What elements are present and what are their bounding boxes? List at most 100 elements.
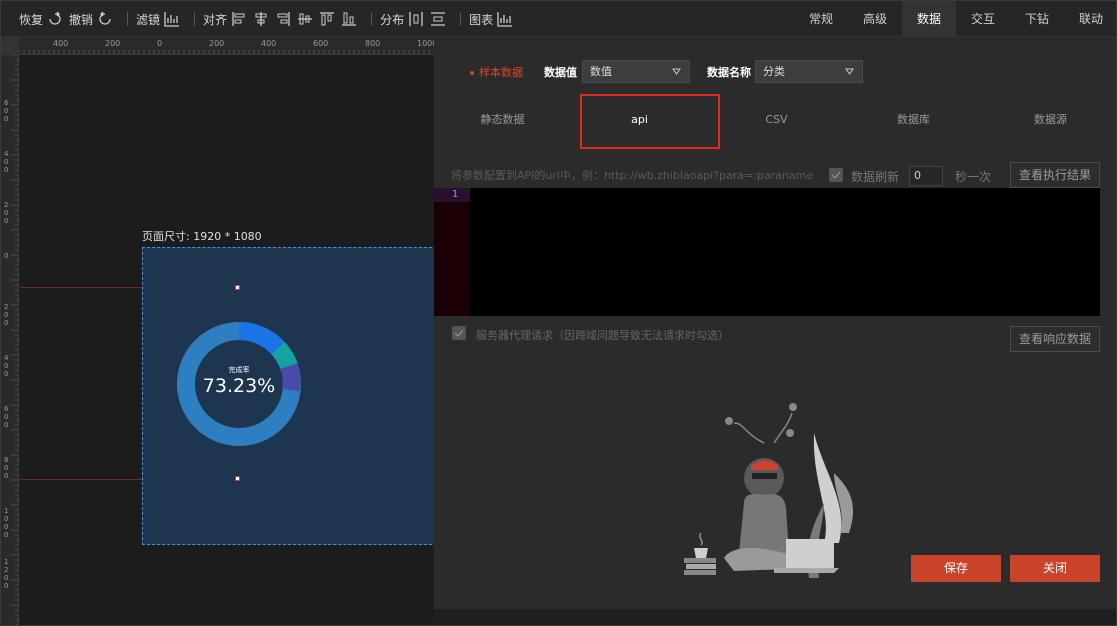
refresh-checkbox[interactable] xyxy=(829,168,843,182)
api-url-editor[interactable]: 1 xyxy=(434,188,1100,316)
ruler-v-label: 600 xyxy=(4,405,9,429)
value-field-label: 数据值 xyxy=(544,66,577,79)
ruler-h-label: 200 xyxy=(105,39,120,48)
refresh-label: 数据刷新 xyxy=(851,170,900,184)
align-center-h-icon xyxy=(255,12,267,26)
redo-button[interactable]: 撤销 xyxy=(69,11,119,28)
ruler-v-ticks: 6 0 0 4 0 0 2 0 0 0 2 0 0 4 0 0 6 0 0 8 0 0 1 0 0 0 1 2 0 0 xyxy=(4,55,18,625)
data-source-tabs: 静态数据 api CSV 数据库 数据源 xyxy=(434,105,1116,135)
ruler-h-label: 1000 xyxy=(417,39,434,48)
per-second-label: 秒一次 xyxy=(955,170,992,184)
distribute-v-icon xyxy=(431,12,446,26)
ruler-h-label: 800 xyxy=(365,39,380,48)
tab-drilldown[interactable]: 下钻 xyxy=(1010,1,1064,37)
chart-icon xyxy=(497,12,513,27)
api-hint-text: 将参数配置到API的url中，例：http://wb.zhibiaoapi?pa… xyxy=(451,169,814,182)
value-field-select[interactable]: 数值 xyxy=(582,60,690,83)
donut-center-text: 完成率 73.23% xyxy=(177,365,301,397)
tab-general[interactable]: 常规 xyxy=(794,1,848,37)
align-left-icon xyxy=(232,12,245,26)
ruler-v-label: 400 xyxy=(4,150,9,174)
ruler-h-label: 600 xyxy=(313,39,328,48)
proxy-label: 服务器代理请求（因跨域问题导致无法请求时勾选） xyxy=(476,329,729,342)
toolbar-divider xyxy=(371,12,373,26)
donut-segment-2 xyxy=(271,341,298,370)
tab-csv[interactable]: CSV xyxy=(708,105,845,135)
toolbar-divider xyxy=(460,12,462,26)
ruler-h-ticks: 400 200 0 200 400 600 800 1000 xyxy=(19,39,434,54)
guide-handle-bottom[interactable] xyxy=(235,476,240,481)
align-button[interactable]: 对齐 xyxy=(203,11,363,28)
proxy-checkbox[interactable] xyxy=(452,326,466,340)
align-right-icon xyxy=(277,12,290,26)
chevron-down-icon xyxy=(672,68,681,75)
align-bottom-icon xyxy=(342,12,357,26)
redo-arrow-icon xyxy=(99,11,111,25)
horizontal-ruler: 400 200 0 200 400 600 800 1000 xyxy=(19,37,434,55)
ruler-v-label: 800 xyxy=(4,456,8,480)
distribute-button[interactable]: 分布 xyxy=(380,11,452,28)
editor-line-number: 1 xyxy=(434,188,470,202)
top-toolbar: 恢复 撤销 滤镜 对齐 分布 图表 常规 高级 数据 交互 下钻 联动 xyxy=(1,1,1116,37)
person-with-laptop-illustration xyxy=(684,403,854,578)
name-field-label: 数据名称 xyxy=(707,66,751,79)
undo-label: 恢复 xyxy=(19,12,44,27)
align-center-v-icon xyxy=(298,13,313,25)
field-mapping-row: 样本数据 数据值 数值 数据名称 分类 xyxy=(434,37,1116,105)
api-tab-highlight xyxy=(580,94,720,149)
donut-small-label: 完成率 xyxy=(228,366,250,374)
ruler-h-label: 400 xyxy=(261,39,276,48)
vertical-ruler: 600 400 200 0 200 400 600 800 1000 1200 xyxy=(1,55,19,625)
name-field-select-text: 分类 xyxy=(763,65,785,78)
donut-segment-1 xyxy=(238,321,285,355)
tab-interaction[interactable]: 交互 xyxy=(956,1,1010,37)
ruler-v-label: 0 xyxy=(4,252,8,260)
check-icon xyxy=(831,171,841,179)
filter-chart-icon xyxy=(164,12,180,27)
close-button[interactable]: 关闭 xyxy=(1010,555,1100,582)
donut-value: 73.23% xyxy=(202,375,276,397)
ruler-h-label: 0 xyxy=(157,39,162,48)
filter-label: 滤镜 xyxy=(136,12,161,27)
value-field-select-text: 数值 xyxy=(590,65,612,78)
chart-label: 图表 xyxy=(469,12,494,27)
ruler-h-label: 200 xyxy=(209,39,224,48)
undo-arrow-icon xyxy=(49,11,61,25)
editor-gutter: 1 xyxy=(434,188,470,316)
toolbar-divider xyxy=(127,12,129,26)
undo-button[interactable]: 恢复 xyxy=(19,11,69,28)
ruler-v-label: 600 xyxy=(4,99,9,123)
toolbar-divider xyxy=(194,12,196,26)
property-tabs: 常规 高级 数据 交互 下钻 联动 xyxy=(794,1,1116,37)
distribute-h-icon xyxy=(409,12,423,26)
align-label: 对齐 xyxy=(203,12,228,27)
data-panel: 样本数据 数据值 数值 数据名称 分类 静态数据 api CSV 数据库 数据源… xyxy=(434,37,1116,609)
tab-datasource[interactable]: 数据源 xyxy=(982,105,1116,135)
sample-data-link[interactable]: 样本数据 xyxy=(470,64,523,80)
tab-database[interactable]: 数据库 xyxy=(845,105,982,135)
ruler-v-label: 200 xyxy=(4,303,8,327)
ruler-v-label: 1000 xyxy=(4,507,8,539)
name-field-select[interactable]: 分类 xyxy=(755,60,863,83)
app-window: 恢复 撤销 滤镜 对齐 分布 图表 常规 高级 数据 交互 下钻 联动 400 … xyxy=(0,0,1117,626)
panel-bottom-strip xyxy=(794,609,1116,625)
filter-button[interactable]: 滤镜 xyxy=(136,11,186,28)
tab-advanced[interactable]: 高级 xyxy=(848,1,902,37)
chevron-down-icon xyxy=(845,68,854,75)
ruler-corner xyxy=(1,37,19,55)
guide-handle-top[interactable] xyxy=(235,285,240,290)
page-size-label: 页面尺寸: 1920 * 1080 xyxy=(142,230,262,243)
save-button[interactable]: 保存 xyxy=(911,555,1001,582)
check-icon xyxy=(454,329,464,337)
ruler-h-label: 400 xyxy=(53,39,68,48)
view-response-button[interactable]: 查看响应数据 xyxy=(1010,326,1100,352)
tab-linkage[interactable]: 联动 xyxy=(1064,1,1116,37)
distribute-label: 分布 xyxy=(380,12,405,27)
refresh-interval-input[interactable]: 0 xyxy=(909,166,943,186)
redo-label: 撤销 xyxy=(69,12,94,27)
ruler-v-label: 200 xyxy=(4,201,8,225)
view-result-button[interactable]: 查看执行结果 xyxy=(1010,162,1100,188)
chart-button[interactable]: 图表 xyxy=(469,11,519,28)
tab-static-data[interactable]: 静态数据 xyxy=(434,105,571,135)
tab-data[interactable]: 数据 xyxy=(902,1,956,37)
